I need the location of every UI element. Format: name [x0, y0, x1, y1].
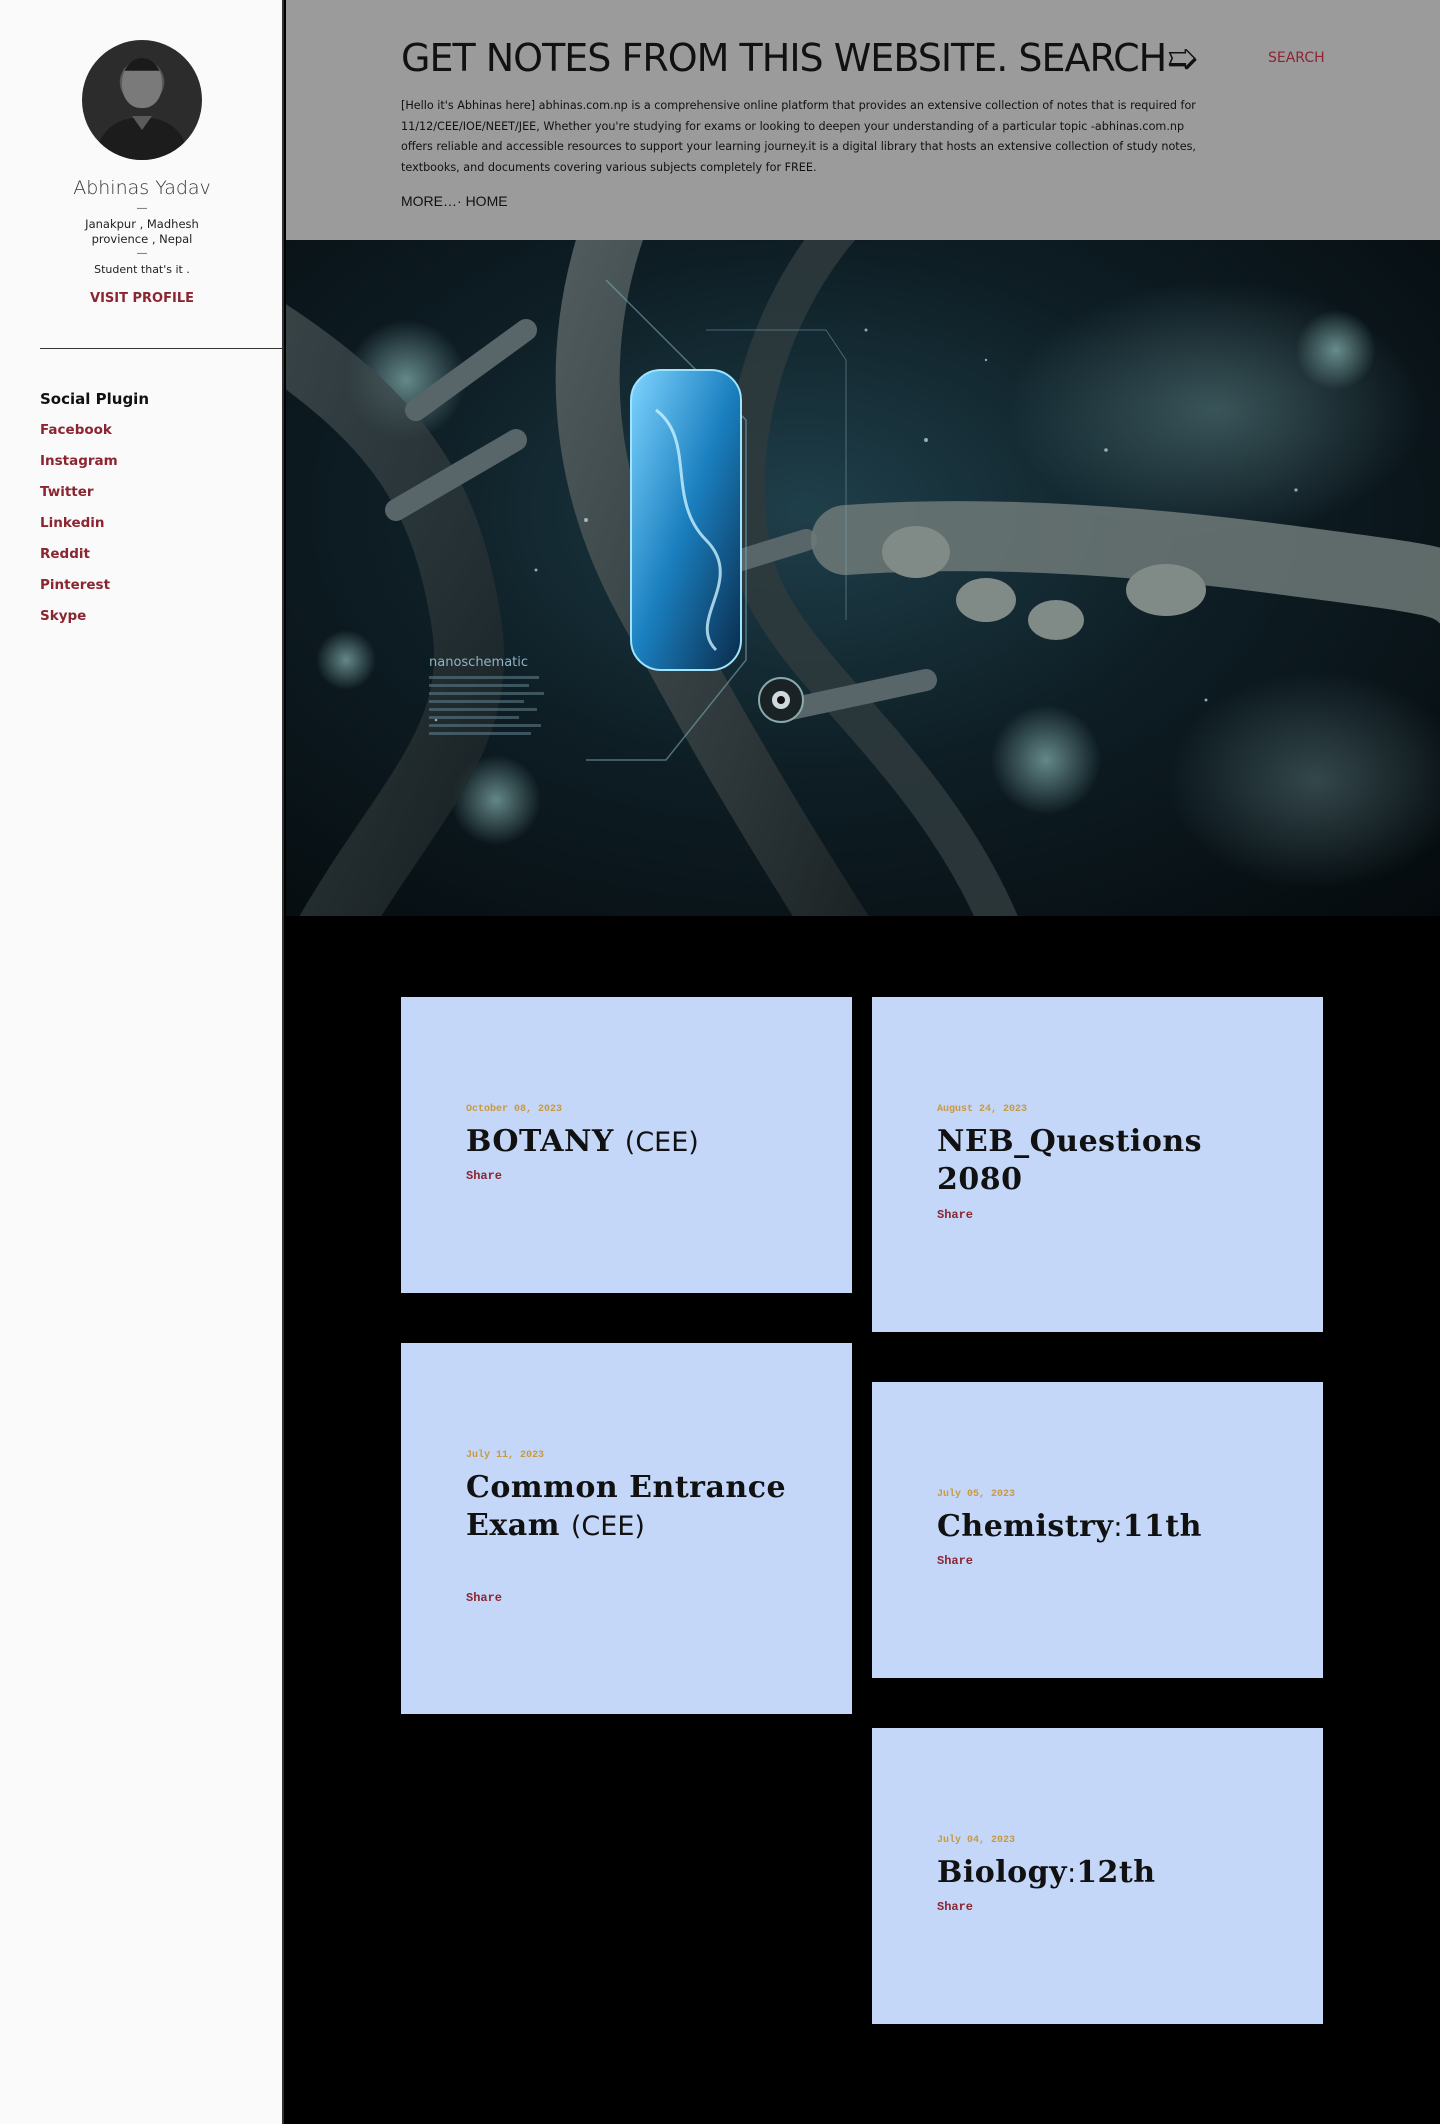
hero-image: nanoschematic: [286, 240, 1440, 916]
post-date: July 05, 2023: [937, 1489, 1016, 1500]
author-name: Abhinas Yadav: [73, 177, 211, 199]
avatar-head: [122, 58, 162, 108]
site-header: GET NOTES FROM THIS WEBSITE. SEARCH➯ SEA…: [286, 0, 1440, 240]
post-date: July 11, 2023: [466, 1450, 545, 1461]
instagram-link[interactable]: Instagram: [40, 453, 118, 469]
social-item-instagram: Instagram: [40, 451, 118, 482]
nav-home-link[interactable]: HOME: [466, 193, 508, 209]
post-title-link[interactable]: Biology:12th: [937, 1854, 1277, 1893]
twitter-link[interactable]: Twitter: [40, 484, 94, 500]
social-links-list: Facebook Instagram Twitter Linkedin Redd…: [40, 420, 118, 637]
post-title-link[interactable]: Chemistry:11th: [937, 1508, 1277, 1547]
site-description: [Hello it's Abhinas here] abhinas.com.np…: [401, 99, 1196, 174]
post-date: October 08, 2023: [466, 1104, 563, 1115]
social-plugin-title: Social Plugin: [40, 390, 149, 408]
post-title-light: (CEE): [624, 1127, 699, 1158]
social-item-facebook: Facebook: [40, 420, 118, 451]
post-title-light: (CEE): [570, 1511, 645, 1542]
hero-caption: nanoschematic: [429, 655, 528, 670]
nav-more-link[interactable]: MORE…: [401, 193, 457, 209]
post-title-bold: Biology: [937, 1855, 1068, 1890]
separator-dash: —: [137, 203, 147, 214]
sidebar-divider: [40, 348, 284, 349]
post-title-light: :: [1067, 1858, 1077, 1889]
pinterest-link[interactable]: Pinterest: [40, 577, 110, 593]
share-button[interactable]: Share: [466, 1169, 502, 1183]
share-button[interactable]: Share: [466, 1591, 502, 1605]
visit-profile-link[interactable]: VISIT PROFILE: [0, 291, 284, 306]
author-bio: Student that's it .: [94, 263, 190, 276]
post-date: July 04, 2023: [937, 1835, 1016, 1846]
main-nav: MORE…· HOME: [401, 193, 508, 209]
author-location: Janakpur , Madhesh provience , Nepal: [85, 217, 199, 246]
facebook-link[interactable]: Facebook: [40, 422, 112, 438]
reddit-link[interactable]: Reddit: [40, 546, 90, 562]
linkedin-link[interactable]: Linkedin: [40, 515, 105, 531]
post-title-bold: Chemistry: [937, 1509, 1114, 1544]
nav-separator: ·: [457, 193, 462, 209]
post-title-link[interactable]: NEB_Questions 2080: [937, 1123, 1277, 1199]
social-item-pinterest: Pinterest: [40, 575, 118, 606]
post-title-link[interactable]: BOTANY (CEE): [466, 1123, 806, 1162]
search-button[interactable]: SEARCH: [1268, 50, 1325, 66]
avatar[interactable]: [82, 40, 202, 160]
separator-dash: —: [137, 248, 147, 259]
post-title-link[interactable]: Common Entrance Exam (CEE): [466, 1469, 806, 1546]
social-item-linkedin: Linkedin: [40, 513, 118, 544]
post-card[interactable]: July 05, 2023 Chemistry:11th Share: [872, 1382, 1323, 1678]
post-title-bold: BOTANY: [466, 1124, 614, 1159]
social-item-twitter: Twitter: [40, 482, 118, 513]
post-date: August 24, 2023: [937, 1104, 1028, 1115]
dna-illustration: nanoschematic: [286, 240, 1440, 916]
share-button[interactable]: Share: [937, 1208, 973, 1222]
post-title-light: :: [1113, 1512, 1123, 1543]
share-button[interactable]: Share: [937, 1900, 973, 1914]
share-button[interactable]: Share: [937, 1554, 973, 1568]
social-item-reddit: Reddit: [40, 544, 118, 575]
post-card[interactable]: October 08, 2023 BOTANY (CEE) Share: [401, 997, 852, 1293]
post-card[interactable]: July 11, 2023 Common Entrance Exam (CEE)…: [401, 1343, 852, 1714]
social-item-skype: Skype: [40, 606, 118, 637]
sidebar: Abhinas Yadav — Janakpur , Madhesh provi…: [0, 0, 284, 2124]
post-card[interactable]: July 04, 2023 Biology:12th Share: [872, 1728, 1323, 2024]
site-title[interactable]: GET NOTES FROM THIS WEBSITE. SEARCH➯: [401, 36, 1198, 80]
skype-link[interactable]: Skype: [40, 608, 86, 624]
post-title-bold: 12th: [1076, 1855, 1156, 1890]
post-title-bold: 11th: [1122, 1509, 1202, 1544]
post-card[interactable]: August 24, 2023 NEB_Questions 2080 Share: [872, 997, 1323, 1332]
